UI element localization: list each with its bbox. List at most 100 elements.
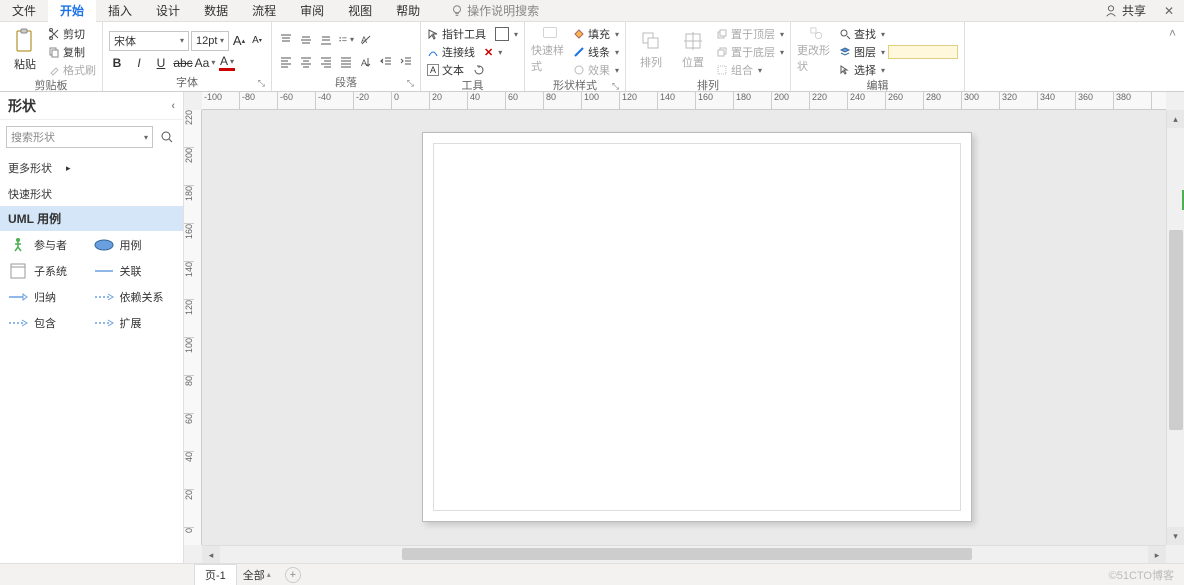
drawing-surface[interactable] — [202, 110, 1166, 545]
shape-extend[interactable]: 扩展 — [94, 315, 176, 331]
send-back-button[interactable]: 置于底层▾ — [716, 44, 784, 60]
align-bottom-button[interactable] — [318, 32, 334, 48]
position-icon — [682, 30, 704, 52]
scroll-down-button[interactable]: ▾ — [1167, 527, 1184, 545]
shape-dependency[interactable]: 依赖关系 — [94, 289, 176, 305]
tab-file[interactable]: 文件 — [0, 0, 48, 22]
arrange-icon — [640, 30, 662, 52]
copy-icon — [48, 46, 60, 58]
collapse-panel-icon[interactable]: ‹ — [171, 100, 175, 112]
scroll-left-button[interactable]: ◂ — [202, 546, 220, 563]
page-tab-1[interactable]: 页-1 — [194, 564, 237, 585]
collapse-ribbon-icon[interactable]: ˄ — [1169, 26, 1176, 40]
strikethrough-button[interactable]: abc — [175, 55, 191, 71]
active-stencil[interactable]: UML 用例 — [0, 206, 183, 231]
arrange-button[interactable]: 排列 — [632, 26, 670, 74]
include-icon — [8, 319, 28, 327]
add-page-button[interactable]: + — [285, 567, 301, 583]
tab-data[interactable]: 数据 — [192, 0, 240, 22]
increase-font-icon[interactable]: A▴ — [231, 33, 247, 49]
horizontal-scrollbar[interactable]: ◂ ▸ — [202, 545, 1166, 563]
close-button[interactable]: ✕ — [1158, 2, 1178, 20]
text-tool-button[interactable]: A文本 — [427, 62, 485, 78]
find-button[interactable]: 查找▾ — [839, 26, 958, 42]
align-top-button[interactable] — [278, 32, 294, 48]
tab-design[interactable]: 设计 — [144, 0, 192, 22]
align-right-button[interactable] — [318, 54, 334, 70]
rotate-text-button[interactable]: A — [358, 54, 374, 70]
scroll-right-button[interactable]: ▸ — [1148, 546, 1166, 563]
scroll-up-button[interactable]: ▴ — [1167, 110, 1184, 128]
ribbon-tabs: 文件 开始 插入 设计 数据 流程 审阅 视图 帮助 — [0, 0, 432, 22]
front-icon — [716, 28, 728, 40]
tab-home[interactable]: 开始 — [48, 0, 96, 22]
effects-button[interactable]: 效果▾ — [573, 62, 619, 78]
paragraph-dialog-launcher[interactable]: ⤡ — [407, 75, 414, 91]
share-button[interactable]: 共享 — [1098, 0, 1152, 21]
bucket-icon — [573, 28, 585, 40]
underline-button[interactable]: U — [153, 55, 169, 71]
shape-actor[interactable]: 参与者 — [8, 237, 90, 253]
hscroll-thumb[interactable] — [402, 548, 972, 560]
search-icon — [839, 28, 851, 40]
align-center-button[interactable] — [298, 54, 314, 70]
shape-subsystem[interactable]: 子系统 — [8, 263, 90, 279]
shape-include[interactable]: 包含 — [8, 315, 90, 331]
back-icon — [716, 46, 728, 58]
shape-usecase[interactable]: 用例 — [94, 237, 176, 253]
clear-format-button[interactable]: A — [358, 32, 374, 48]
tell-me-search[interactable]: 操作说明搜索 — [450, 2, 539, 19]
line-button[interactable]: 线条▾ — [573, 44, 619, 60]
copy-button[interactable]: 复制 — [48, 44, 96, 60]
shape-generalization[interactable]: 归纳 — [8, 289, 90, 305]
bring-front-button[interactable]: 置于顶层▾ — [716, 26, 784, 42]
group-objects-button[interactable]: 组合▾ — [716, 62, 784, 78]
text-icon: A — [427, 64, 439, 76]
font-color-button[interactable]: A▾ — [219, 55, 235, 71]
watermark-text: ©51CTO博客 — [1109, 567, 1174, 583]
italic-button[interactable]: I — [131, 55, 147, 71]
font-size-combo[interactable]: 12pt▾ — [191, 31, 229, 51]
align-left-button[interactable] — [278, 54, 294, 70]
vertical-ruler: 220200180160140120100806040200 — [184, 110, 202, 545]
change-case-button[interactable]: Aa▾ — [197, 55, 213, 71]
justify-button[interactable] — [338, 54, 354, 70]
cut-button[interactable]: 剪切 — [48, 26, 96, 42]
change-shape-button[interactable]: 更改形状 — [797, 26, 835, 74]
paste-button[interactable]: 粘贴 — [6, 26, 44, 74]
select-button[interactable]: 选择▾ — [839, 62, 958, 78]
connector-tool-button[interactable]: 连接线 ✕▾ — [427, 44, 502, 60]
quick-style-icon — [538, 26, 562, 40]
shape-association[interactable]: 关联 — [94, 263, 176, 279]
bold-button[interactable]: B — [109, 55, 125, 71]
quick-shapes-label[interactable]: 快速形状 — [0, 182, 183, 206]
font-name-combo[interactable]: 宋体▾ — [109, 31, 189, 51]
tab-help[interactable]: 帮助 — [384, 0, 432, 22]
highlight-box — [888, 45, 958, 59]
layers-button[interactable]: 图层▾ — [839, 44, 958, 60]
page-shape[interactable] — [422, 132, 972, 522]
more-shapes-button[interactable]: 更多形状▸ — [0, 154, 183, 182]
position-button[interactable]: 位置 — [674, 26, 712, 74]
all-pages-button[interactable]: 全部▴ — [243, 567, 271, 583]
decrease-indent-button[interactable] — [378, 54, 394, 70]
shape-search-input[interactable]: 搜索形状▾ — [6, 126, 153, 148]
increase-indent-button[interactable] — [398, 54, 414, 70]
pointer-tool-button[interactable]: 指针工具 ▾ — [427, 26, 518, 42]
effects-icon — [573, 64, 585, 76]
tab-review[interactable]: 审阅 — [288, 0, 336, 22]
rotate-icon — [473, 64, 485, 76]
tab-process[interactable]: 流程 — [240, 0, 288, 22]
font-dialog-launcher[interactable]: ⤡ — [258, 75, 265, 91]
bullets-button[interactable]: ▾ — [338, 32, 354, 48]
decrease-font-icon[interactable]: A▾ — [249, 33, 265, 49]
tab-view[interactable]: 视图 — [336, 0, 384, 22]
quick-styles-button[interactable]: 快速样式 — [531, 26, 569, 74]
shape-search-button[interactable] — [157, 126, 177, 148]
vscroll-thumb[interactable] — [1169, 230, 1183, 430]
format-painter-button[interactable]: 格式刷 — [48, 62, 96, 78]
align-middle-button[interactable] — [298, 32, 314, 48]
tab-insert[interactable]: 插入 — [96, 0, 144, 22]
fill-button[interactable]: 填充▾ — [573, 26, 619, 42]
vertical-scrollbar[interactable]: ▴ ▾ — [1166, 110, 1184, 545]
